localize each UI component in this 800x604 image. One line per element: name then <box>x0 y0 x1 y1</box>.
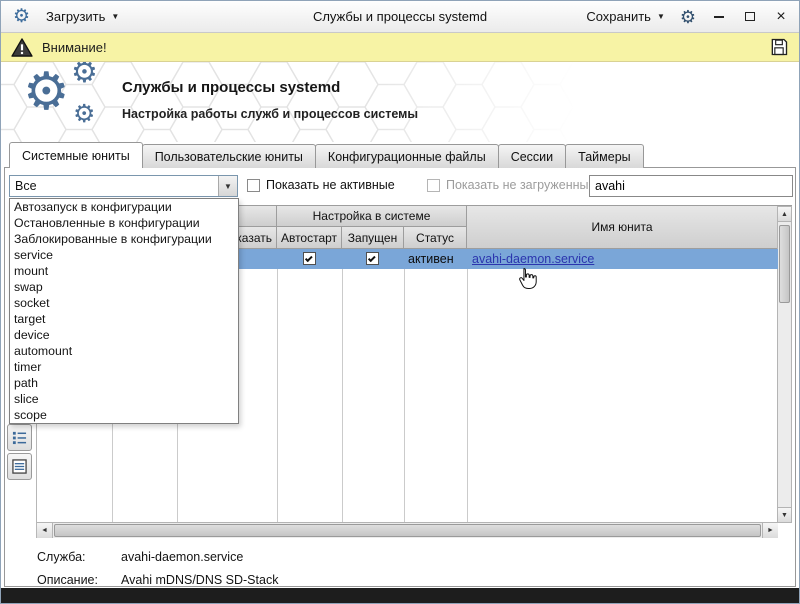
checkmark-icon <box>368 254 376 262</box>
checkbox-box <box>427 179 440 192</box>
row-running-checkbox[interactable] <box>366 252 379 265</box>
detail-list-button[interactable] <box>7 453 32 480</box>
tab-bar: Системные юниты Пользовательские юниты К… <box>9 142 644 168</box>
header-banner: ⚙ ⚙ ⚙ Службы и процессы systemd Настройк… <box>1 62 799 142</box>
detail-list-icon <box>12 459 27 474</box>
tab-label: Пользовательские юниты <box>155 150 303 164</box>
chevron-down-icon: ▼ <box>111 12 119 21</box>
vertical-scrollbar[interactable]: ▲ ▼ <box>777 206 792 523</box>
dropdown-item[interactable]: socket <box>10 295 238 311</box>
dropdown-item[interactable]: swap <box>10 279 238 295</box>
dropdown-item[interactable]: mount <box>10 263 238 279</box>
tab-sessions[interactable]: Сессии <box>498 144 566 168</box>
maximize-icon <box>745 12 755 21</box>
save-menu-button[interactable]: Сохранить ▼ <box>586 9 665 24</box>
warning-text: Внимание! <box>42 40 107 55</box>
combobox-arrow-button[interactable]: ▼ <box>218 176 237 196</box>
horizontal-scrollbar-thumb[interactable] <box>54 524 761 537</box>
chevron-down-icon: ▼ <box>224 182 232 191</box>
dropdown-item[interactable]: automount <box>10 343 238 359</box>
row-status: активен <box>408 252 454 266</box>
maximize-button[interactable] <box>742 8 758 26</box>
checkbox-box[interactable] <box>247 179 260 192</box>
warning-icon <box>11 38 33 57</box>
dropdown-item[interactable]: scope <box>10 407 238 423</box>
header-autostart[interactable]: Автостарт <box>277 227 342 249</box>
dropdown-item[interactable]: slice <box>10 391 238 407</box>
combobox-value: Все <box>10 179 218 193</box>
header-running[interactable]: Запущен <box>342 227 404 249</box>
banner-subtitle: Настройка работы служб и процессов систе… <box>122 107 418 121</box>
window-bottom-edge <box>1 588 799 603</box>
unit-search-input[interactable] <box>589 175 793 197</box>
grid-line <box>467 249 468 523</box>
scroll-left-button[interactable]: ◄ <box>37 523 53 538</box>
description-label: Описание: <box>37 573 98 587</box>
warning-bar: Внимание! <box>1 33 799 62</box>
dropdown-item[interactable]: Заблокированные в конфигурации <box>10 231 238 247</box>
save-menu-label: Сохранить <box>586 9 651 24</box>
dropdown-item[interactable]: service <box>10 247 238 263</box>
settings-gear-icon[interactable]: ⚙ <box>680 8 696 26</box>
vertical-scrollbar-thumb[interactable] <box>779 225 790 303</box>
gear-icon: ⚙ <box>23 66 70 118</box>
grid-line <box>277 249 278 523</box>
grid-line <box>404 249 405 523</box>
service-value: avahi-daemon.service <box>121 550 243 564</box>
minimize-icon <box>714 16 724 18</box>
grid-line <box>342 249 343 523</box>
header-group-system-config[interactable]: Настройка в системе <box>277 206 467 227</box>
tab-config-files[interactable]: Конфигурационные файлы <box>315 144 499 168</box>
dropdown-item[interactable]: Остановленные в конфигурации <box>10 215 238 231</box>
tab-label: Сессии <box>511 150 553 164</box>
dropdown-item[interactable]: Автозапуск в конфигурации <box>10 199 238 215</box>
banner-title: Службы и процессы systemd <box>122 79 340 96</box>
title-bar: ⚙ Загрузить ▼ Службы и процессы systemd … <box>1 1 799 33</box>
scroll-down-button[interactable]: ▼ <box>778 507 791 522</box>
chevron-down-icon: ▼ <box>657 12 665 21</box>
dropdown-item[interactable]: device <box>10 327 238 343</box>
app-gear-icon: ⚙ <box>13 7 30 26</box>
description-value: Avahi mDNS/DNS SD-Stack <box>121 573 278 587</box>
tab-timers[interactable]: Таймеры <box>565 144 644 168</box>
app-window: ⚙ Загрузить ▼ Службы и процессы systemd … <box>0 0 800 604</box>
show-unloaded-checkbox: Показать не загруженные <box>427 178 595 192</box>
header-unit-name[interactable]: Имя юнита <box>467 206 778 249</box>
gear-icon: ⚙ <box>71 62 98 88</box>
load-menu-button[interactable]: Загрузить ▼ <box>46 9 119 24</box>
row-autostart-checkbox[interactable] <box>303 252 316 265</box>
bullet-list-icon <box>12 430 27 445</box>
unit-filter-combobox[interactable]: Все ▼ <box>9 175 238 197</box>
service-label: Служба: <box>37 550 86 564</box>
dropdown-item[interactable]: target <box>10 311 238 327</box>
floppy-disk-icon <box>769 37 789 57</box>
unit-link[interactable]: avahi-daemon.service <box>472 252 594 266</box>
save-file-button[interactable] <box>769 37 789 57</box>
cursor-hand-icon <box>517 267 537 295</box>
header-status[interactable]: Статус <box>404 227 467 249</box>
dropdown-item[interactable]: timer <box>10 359 238 375</box>
scroll-up-button[interactable]: ▲ <box>778 207 791 222</box>
close-button[interactable]: × <box>773 8 789 26</box>
show-inactive-checkbox[interactable]: Показать не активные <box>247 178 395 192</box>
tab-label: Конфигурационные файлы <box>328 150 486 164</box>
checkmark-icon <box>305 254 313 262</box>
tab-label: Таймеры <box>578 150 631 164</box>
dropdown-item[interactable]: path <box>10 375 238 391</box>
load-menu-label: Загрузить <box>46 9 105 24</box>
tab-system-units[interactable]: Системные юниты <box>9 142 143 168</box>
banner-fade-overlay <box>1 62 799 142</box>
scroll-right-button[interactable]: ► <box>762 523 778 538</box>
filter-dropdown-list: Автозапуск в конфигурации Остановленные … <box>9 198 239 424</box>
checkbox-label: Показать не загруженные <box>446 178 595 192</box>
minimize-button[interactable] <box>711 8 727 26</box>
tab-user-units[interactable]: Пользовательские юниты <box>142 144 316 168</box>
tab-label: Системные юниты <box>22 149 130 163</box>
app-logo: ⚙ ⚙ ⚙ <box>23 62 118 142</box>
horizontal-scrollbar[interactable]: ◄ ► <box>37 522 778 538</box>
tree-view-button[interactable] <box>7 424 32 451</box>
checkbox-label: Показать не активные <box>266 178 395 192</box>
gear-icon: ⚙ <box>73 102 95 127</box>
